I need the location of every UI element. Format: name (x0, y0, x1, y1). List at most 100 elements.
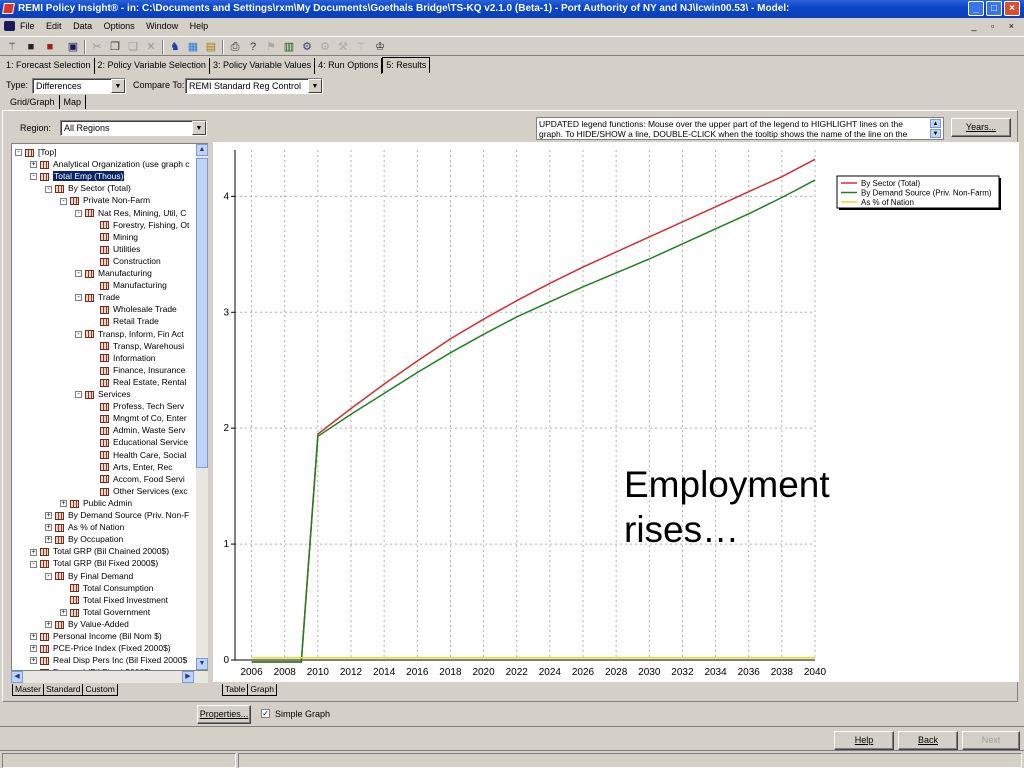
tree-item[interactable]: - [Top] (15, 146, 56, 158)
tab-forecast-selection[interactable]: 1: Forecast Selection (3, 58, 95, 74)
scroll-up-icon[interactable]: ▲ (196, 144, 208, 156)
expand-icon[interactable]: + (45, 512, 52, 520)
scroll-right-icon[interactable]: ▶ (182, 671, 194, 683)
expand-icon[interactable]: + (30, 645, 37, 653)
tab-run-options[interactable]: 4: Run Options (315, 58, 383, 74)
tab-master[interactable]: Master (12, 684, 44, 696)
scroll-down-icon[interactable]: ▼ (196, 658, 208, 670)
database-icon[interactable]: ▤ (204, 40, 218, 54)
collapse-icon[interactable]: - (75, 209, 82, 217)
menu-file[interactable]: File (20, 21, 35, 31)
tree-item[interactable]: - Nat Res, Mining, Util, C (75, 207, 186, 219)
run-icon[interactable]: ♞ (168, 40, 182, 54)
collapse-icon[interactable]: - (30, 560, 37, 568)
tree-item[interactable]: Total Fixed Investment (60, 594, 168, 606)
chevron-down-icon[interactable]: ▼ (111, 79, 125, 93)
tab-table[interactable]: Table (222, 684, 249, 696)
tree-item[interactable]: + PCE-Price Index (Fixed 2000$) (30, 642, 171, 654)
open-icon[interactable]: ■ (24, 40, 38, 54)
tree-item[interactable]: - By Sector (Total) (45, 182, 131, 194)
menu-data[interactable]: Data (73, 21, 92, 31)
collapse-icon[interactable]: - (75, 270, 82, 278)
minimize-button[interactable]: _ (968, 1, 984, 16)
tree-item[interactable]: + By Value-Added (45, 618, 129, 630)
chart-icon[interactable]: ▥ (282, 40, 296, 54)
expand-icon[interactable]: + (60, 609, 67, 617)
tree-item[interactable]: Information (90, 352, 156, 364)
compare-select[interactable]: REMI Standard Reg Control ▼ (185, 78, 323, 94)
menu-help[interactable]: Help (190, 21, 209, 31)
save-icon[interactable]: ▣ (66, 40, 80, 54)
years-button[interactable]: Years... (951, 118, 1011, 137)
table-icon[interactable]: ▦ (186, 40, 200, 54)
tab-grid-graph[interactable]: Grid/Graph (8, 95, 60, 109)
tree-icon[interactable]: ♔ (373, 40, 387, 54)
tree-item[interactable]: Admin, Waste Serv (90, 424, 185, 436)
tab-map[interactable]: Map (60, 95, 87, 109)
tree-item[interactable]: Construction (90, 255, 161, 267)
back-button[interactable]: Back (898, 731, 958, 750)
tree-item[interactable]: Mngmt of Co, Enter (90, 412, 187, 424)
tree-item[interactable]: Transp, Warehousi (90, 340, 184, 352)
disabled-icon-4[interactable]: ⚚ (354, 40, 368, 54)
graph-area[interactable]: 2006 2008 2010 2012 2014 2016 2018 2020 2022 2024… (213, 142, 1019, 682)
simple-graph-checkbox[interactable]: ✓ (261, 709, 270, 718)
tree-item[interactable]: + Personal Income (Bil Nom $) (30, 630, 162, 642)
tree-item[interactable]: Health Care, Social (90, 449, 186, 461)
delete-icon[interactable]: ✕ (144, 40, 158, 54)
tree-item[interactable]: - Trade (75, 291, 120, 303)
tab-custom[interactable]: Custom (82, 684, 118, 696)
tree-item[interactable]: Retail Trade (90, 315, 159, 327)
collapse-icon[interactable]: - (75, 294, 82, 302)
expand-icon[interactable]: + (30, 657, 37, 665)
copy-icon[interactable]: ❐ (108, 40, 122, 54)
tree-item[interactable]: Total Consumption (60, 582, 153, 594)
mdi-controls[interactable]: _ ▫ × (972, 18, 1020, 34)
maximize-button[interactable]: □ (986, 1, 1002, 16)
tree-item[interactable]: + Total GRP (Bil Chained 2000$) (30, 545, 169, 557)
variable-tree[interactable]: - [Top] + Analytical Organization (use grap… (11, 143, 208, 671)
collapse-icon[interactable]: - (60, 197, 67, 205)
collapse-icon[interactable]: - (75, 391, 82, 399)
region-select[interactable]: All Regions ▼ (60, 120, 207, 136)
expand-icon[interactable]: + (60, 500, 67, 508)
tree-item[interactable]: Utilities (90, 243, 140, 255)
tree-item[interactable]: Other Services (exc (90, 485, 188, 497)
type-select[interactable]: Differences ▼ (32, 78, 126, 94)
scroll-left-icon[interactable]: ◀ (11, 671, 23, 683)
expand-icon[interactable]: + (45, 621, 52, 629)
tree-item[interactable]: - Transp, Inform, Fin Act (75, 328, 184, 340)
tree-item[interactable]: + Real Disp Pers Inc (Bil Fixed 2000$ (30, 654, 187, 666)
tree-item[interactable]: - Total Emp (Thous) (30, 170, 125, 182)
close-button[interactable]: × (1004, 1, 1020, 16)
cut-icon[interactable]: ✂ (90, 40, 104, 54)
tree-item[interactable]: Arts, Enter, Rec (90, 461, 173, 473)
paste-icon[interactable]: ❏ (126, 40, 140, 54)
tree-horizontal-scrollbar[interactable]: ◀ ▶ (11, 671, 208, 683)
print-icon[interactable]: ⎙ (228, 40, 242, 54)
expand-icon[interactable]: + (45, 524, 52, 532)
tree-item[interactable]: Accom, Food Servi (90, 473, 185, 485)
collapse-icon[interactable]: - (45, 572, 52, 580)
tree-item[interactable]: Profess, Tech Serv (90, 400, 184, 412)
tab-standard[interactable]: Standard (42, 684, 84, 696)
tree-item[interactable]: Manufacturing (90, 279, 167, 291)
tree-item[interactable]: Mining (90, 231, 138, 243)
tree-item[interactable]: - Manufacturing (75, 267, 152, 279)
help-button[interactable]: Help (834, 731, 894, 750)
help-icon[interactable]: ? (246, 40, 260, 54)
properties-button[interactable]: Properties... (197, 705, 251, 724)
collapse-icon[interactable]: - (15, 149, 22, 157)
tree-item[interactable]: - Private Non-Farm (60, 194, 150, 206)
tree-item[interactable]: Real Estate, Rental (90, 376, 186, 388)
expand-icon[interactable]: + (45, 536, 52, 544)
chevron-down-icon[interactable]: ▼ (308, 79, 322, 93)
expand-icon[interactable]: + (30, 161, 37, 169)
chevron-down-icon[interactable]: ▼ (192, 121, 206, 135)
tree-item[interactable]: - By Final Demand (45, 570, 133, 582)
settings-icon[interactable]: ⚙ (300, 40, 314, 54)
tree-item[interactable]: - Services (75, 388, 131, 400)
tab-graph[interactable]: Graph (247, 684, 277, 696)
wizard-icon[interactable]: ⚚ (5, 40, 19, 54)
tree-item[interactable]: + By Demand Source (Priv. Non-F (45, 509, 189, 521)
